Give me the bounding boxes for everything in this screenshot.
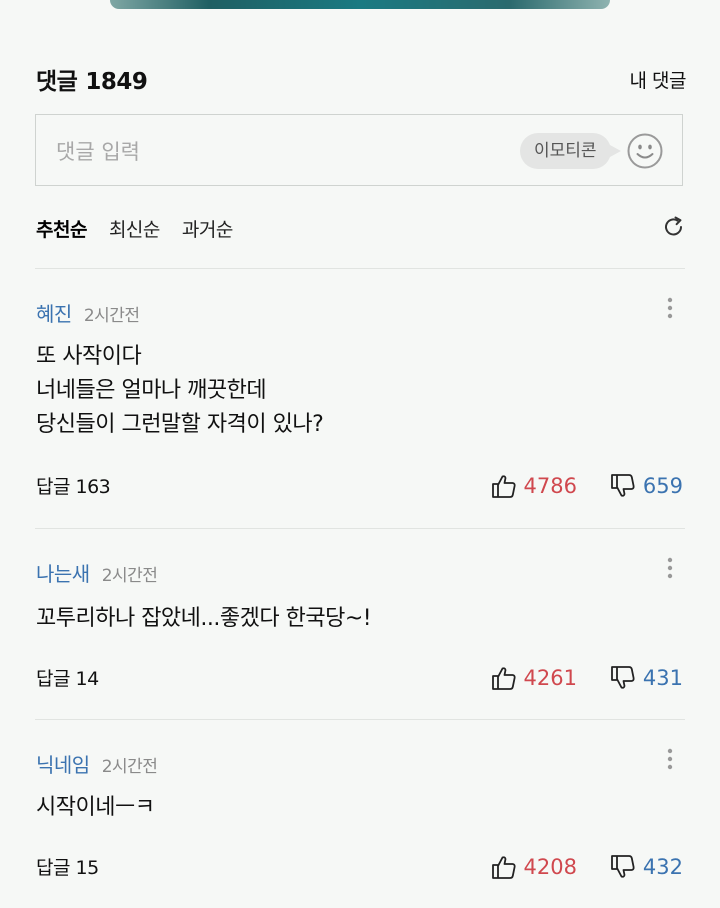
thumbs-up-icon [491, 856, 516, 879]
reply-button[interactable]: 답글 163 [36, 472, 111, 499]
smile-icon[interactable] [626, 132, 664, 170]
comment-line: 또 사작이다 [36, 344, 142, 369]
comment-meta: 나는새 2시간전 [36, 558, 158, 587]
thumbs-down-icon [611, 666, 635, 689]
more-options-icon[interactable] [665, 296, 675, 322]
comment-line: 시작이네ㅡㅋ [36, 795, 155, 820]
divider [35, 528, 685, 529]
comment-line: 꼬투리하나 잡았네...좋겠다 한국당~! [36, 606, 372, 631]
more-options-icon[interactable] [665, 556, 675, 582]
sort-bar: 추천순 최신순 과거순 [36, 210, 686, 246]
comment-footer: 답글 15 4208 432 [36, 853, 685, 883]
comment-input-box[interactable]: 이모티콘 [35, 114, 683, 186]
like-button[interactable]: 4786 [490, 472, 577, 500]
comment-time: 2시간전 [101, 566, 158, 586]
dislike-button[interactable]: 659 [609, 472, 683, 500]
comment-item: 혜진 2시간전 또 사작이다 너네들은 얼마나 깨끗한데 당신들이 그런말할 자… [36, 296, 685, 508]
comment-body: 또 사작이다 너네들은 얼마나 깨끗한데 당신들이 그런말할 자격이 있나? [36, 340, 324, 442]
comment-time: 2시간전 [83, 306, 140, 326]
comment-footer: 답글 14 4261 431 [36, 664, 685, 694]
comments-count: 1849 [85, 69, 148, 95]
sort-recommended[interactable]: 추천순 [36, 215, 87, 242]
comment-line: 너네들은 얼마나 깨끗한데 [36, 378, 267, 403]
dislike-count: 432 [642, 855, 683, 879]
thumbs-down-icon [611, 474, 635, 497]
like-button[interactable]: 4261 [490, 664, 577, 692]
thumbs-up-icon [491, 667, 516, 690]
comments-header: 댓글 1849 내 댓글 [36, 62, 687, 96]
dislike-button[interactable]: 432 [609, 853, 683, 881]
refresh-icon[interactable] [662, 215, 686, 239]
comment-author[interactable]: 혜진 [36, 298, 72, 327]
like-count: 4786 [523, 474, 577, 498]
sort-oldest[interactable]: 과거순 [182, 215, 233, 242]
more-options-icon[interactable] [665, 747, 675, 773]
comment-input[interactable] [54, 133, 498, 171]
dislike-count: 659 [642, 474, 683, 498]
comment-time: 2시간전 [101, 757, 158, 777]
comments-title-label: 댓글 [36, 69, 78, 95]
comments-title: 댓글 1849 [36, 62, 148, 96]
article-image-edge [110, 0, 610, 9]
like-count: 4208 [523, 855, 577, 879]
comment-footer: 답글 163 4786 659 [36, 472, 685, 502]
like-button[interactable]: 4208 [490, 853, 577, 881]
comment-line: 당신들이 그런말할 자격이 있나? [36, 412, 324, 437]
comment-item: 나는새 2시간전 꼬투리하나 잡았네...좋겠다 한국당~! 답글 14 426… [36, 556, 685, 698]
comment-meta: 닉네임 2시간전 [36, 749, 158, 778]
reply-button[interactable]: 답글 15 [36, 853, 99, 880]
sort-latest[interactable]: 최신순 [109, 215, 160, 242]
divider [35, 268, 685, 269]
like-count: 4261 [523, 666, 577, 690]
my-comments-link[interactable]: 내 댓글 [630, 66, 687, 93]
emoticon-button[interactable]: 이모티콘 [520, 133, 621, 169]
divider [35, 719, 685, 720]
comment-meta: 혜진 2시간전 [36, 298, 140, 327]
reply-button[interactable]: 답글 14 [36, 664, 99, 691]
dislike-button[interactable]: 431 [609, 664, 683, 692]
comment-author[interactable]: 닉네임 [36, 749, 90, 778]
dislike-count: 431 [642, 666, 683, 690]
comment-body: 시작이네ㅡㅋ [36, 791, 155, 825]
thumbs-up-icon [491, 475, 516, 498]
comment-item: 닉네임 2시간전 시작이네ㅡㅋ 답글 15 4208 432 [36, 747, 685, 889]
comment-author[interactable]: 나는새 [36, 558, 90, 587]
thumbs-down-icon [611, 855, 635, 878]
comment-body: 꼬투리하나 잡았네...좋겠다 한국당~! [36, 602, 372, 636]
